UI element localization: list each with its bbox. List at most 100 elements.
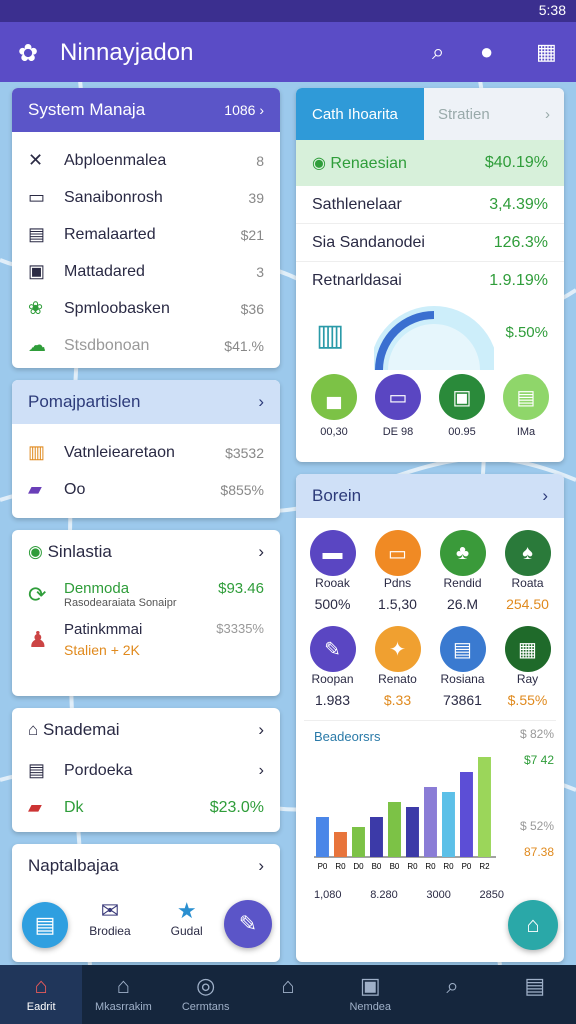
storefront-icon: ▦ [504, 626, 551, 672]
chart-bar [406, 807, 419, 857]
chart-tick-label: P0 [318, 862, 328, 871]
borein-tile[interactable]: ♣ Rendid 26.M [430, 530, 495, 612]
borein-tile[interactable]: ▭ Pdns 1.5,30 [365, 530, 430, 612]
chart-bar [424, 787, 437, 857]
borein-tile[interactable]: ▤ Rosiana 73861 [430, 626, 495, 708]
nav-tab[interactable]: ◎ Cermtans [165, 965, 247, 1024]
tools-icon: ✕ [28, 150, 44, 170]
system-item[interactable]: ☁ Stsdbonoan $41.% [12, 327, 280, 364]
system-card: System Manaja 1086 › ✕ Abploenmalea 8 ▭ San… [12, 88, 280, 368]
list-icon: ▤ [503, 374, 549, 420]
borein-tile[interactable]: ✦ Renato $.33 [365, 626, 430, 708]
finance-row[interactable]: Sia Sandanodei 126.3% [296, 224, 564, 262]
home-icon: ⌂ [526, 912, 540, 937]
finance-circle[interactable]: ▄ 00,30 [311, 374, 357, 438]
chart-label: 87.38 [523, 845, 554, 859]
gift-icon: ✦ [374, 626, 421, 672]
car-icon: ▭ [28, 187, 46, 207]
gauge [374, 306, 494, 370]
circle-icon: ◉ [28, 542, 43, 561]
desk-icon: ▄ [311, 374, 357, 420]
search-icon: ⌕ [446, 973, 459, 998]
finance-circle[interactable]: ▭ DE 98 [375, 374, 421, 438]
tree-icon: ♣ [439, 530, 486, 576]
chart-bar [388, 802, 401, 857]
house-icon: ⌂ [116, 973, 131, 998]
chart-tick-label: B0 [390, 862, 400, 871]
chart-tick-label: P0 [462, 862, 472, 871]
receipt-icon: ▤ [439, 626, 486, 672]
pomaj-header[interactable]: Pomajpartislen › [12, 380, 280, 424]
nav-tab[interactable]: ⌂ Eadrit [0, 965, 83, 1024]
finance-row[interactable]: Retnarldasai 1.9.19% [296, 262, 564, 300]
bottom-nav: ⌂ Eadrit ⌂ Mkasrrakim ◎ Cermtans ⌂ ▣ Nemdea … [0, 965, 576, 1024]
gear-icon[interactable]: ✿ [18, 39, 38, 68]
borein-header[interactable]: Borein › [296, 474, 564, 518]
system-item[interactable]: ✕ Abploenmalea 8 [12, 142, 280, 179]
finance-highlight[interactable]: ◉ Renaesian $40.19% [296, 140, 564, 186]
sinlastia-item[interactable]: ⟳ Denmoda $93.46 Rasodearaiata Sonaipr [28, 580, 264, 609]
snadema-row[interactable]: ▤ Pordoeka › [12, 752, 280, 789]
sinlastia-card: ◉ Sinlastia › ⟳ Denmoda $93.46 Rasodearaia… [12, 530, 280, 696]
nav-tab[interactable]: ⌕ [411, 965, 493, 1024]
sinlastia-header[interactable]: ◉ Sinlastia › [12, 530, 280, 574]
plant-icon: ❀ [28, 298, 44, 318]
finance-card: Cath Ihoarita Stratien › ◉ Renaesian $40.1… [296, 88, 564, 462]
list-fab[interactable]: ▤ [22, 902, 68, 948]
inbox-icon: ▣ [359, 973, 381, 998]
napta-header[interactable]: Naptalbajaa › [12, 844, 280, 888]
list-icon: ▤ [34, 912, 56, 937]
borein-tile[interactable]: ✎ Roopan 1.983 [300, 626, 365, 708]
chart-bottom-label: 1,080 [314, 889, 342, 901]
car-icon: ▰ [28, 479, 42, 499]
grid-icon[interactable]: ▦ [536, 39, 557, 65]
finance-circle[interactable]: ▣ 00.95 [439, 374, 485, 438]
building-icon: ▥ [28, 442, 46, 462]
chart-tick-label: R0 [443, 862, 454, 871]
chart-tick-label: R0 [425, 862, 436, 871]
snadema-header[interactable]: ⌂ Snademai › [12, 708, 280, 752]
borein-tile[interactable]: ▬ Rooak 500% [300, 530, 365, 612]
system-item[interactable]: ❀ Spmloobasken $36 [12, 290, 280, 327]
tray-icon: ▬ [309, 530, 356, 576]
pomaj-row[interactable]: ▰ Oo $855% [12, 471, 280, 508]
chart-bar [478, 757, 491, 857]
home-outline-icon: ⌂ [281, 973, 295, 998]
system-header[interactable]: System Manaja 1086 › [12, 88, 280, 132]
chart-tick-label: R2 [479, 862, 490, 871]
tab-inactive[interactable]: Stratien › [424, 88, 564, 140]
status-time: 5:38 [538, 2, 566, 18]
sinlastia-item[interactable]: ♟ Patinkmmai $3335% Stalien + 2K [28, 621, 264, 658]
chart-bottom-label: 3000 [426, 889, 451, 901]
finance-circle[interactable]: ▤ IMa [503, 374, 549, 438]
chart-bar [334, 832, 347, 857]
system-item[interactable]: ▭ Sanaibonrosh 39 [12, 179, 280, 216]
nav-tab[interactable]: ⌂ [247, 965, 329, 1024]
chart-bottom-label: 2850 [479, 889, 504, 901]
finance-tabs: Cath Ihoarita Stratien › [296, 88, 564, 140]
napta-button[interactable]: ★ Gudal [171, 898, 203, 938]
tab-active[interactable]: Cath Ihoarita [296, 88, 424, 140]
search-icon[interactable]: ⌕ [432, 39, 444, 65]
nav-tab[interactable]: ⌂ Mkasrrakim [82, 965, 164, 1024]
nav-tab[interactable]: ▣ Nemdea [329, 965, 411, 1024]
napta-button[interactable]: ✉ Brodiea [89, 898, 130, 938]
finance-row[interactable]: Sathlenelaar 3,4.39% [296, 186, 564, 224]
system-title: System Manaja [28, 100, 146, 119]
pomaj-row[interactable]: ▥ Vatnleiearetaon $3532 [12, 434, 280, 471]
system-item[interactable]: ▣ Mattadared 3 [12, 253, 280, 290]
chart-area: Beadeorsrs P0 R0 D0 B0 B0 R0 R0 R0 P0 R2 $ 82% $7… [304, 720, 556, 910]
snadema-row[interactable]: ▰ Dk $23.0% [12, 789, 280, 826]
envelope-icon: ✉ [100, 898, 120, 923]
edit-fab[interactable]: ✎ [224, 900, 272, 948]
home-fab[interactable]: ⌂ [508, 900, 558, 950]
nav-tab[interactable]: ▤ [494, 965, 576, 1024]
system-item[interactable]: ▤ Remalaarted $21 [12, 216, 280, 253]
borein-tile[interactable]: ▦ Ray $.55% [495, 626, 560, 708]
borein-tile[interactable]: ♠ Roata 254.50 [495, 530, 560, 612]
chart-label: $ 82% [519, 727, 554, 741]
profile-icon[interactable]: ● [480, 39, 493, 65]
chart-tick-label: D0 [353, 862, 364, 871]
gauge-area: ▥ $.50% [296, 300, 564, 370]
compass-icon: ◎ [196, 973, 216, 998]
